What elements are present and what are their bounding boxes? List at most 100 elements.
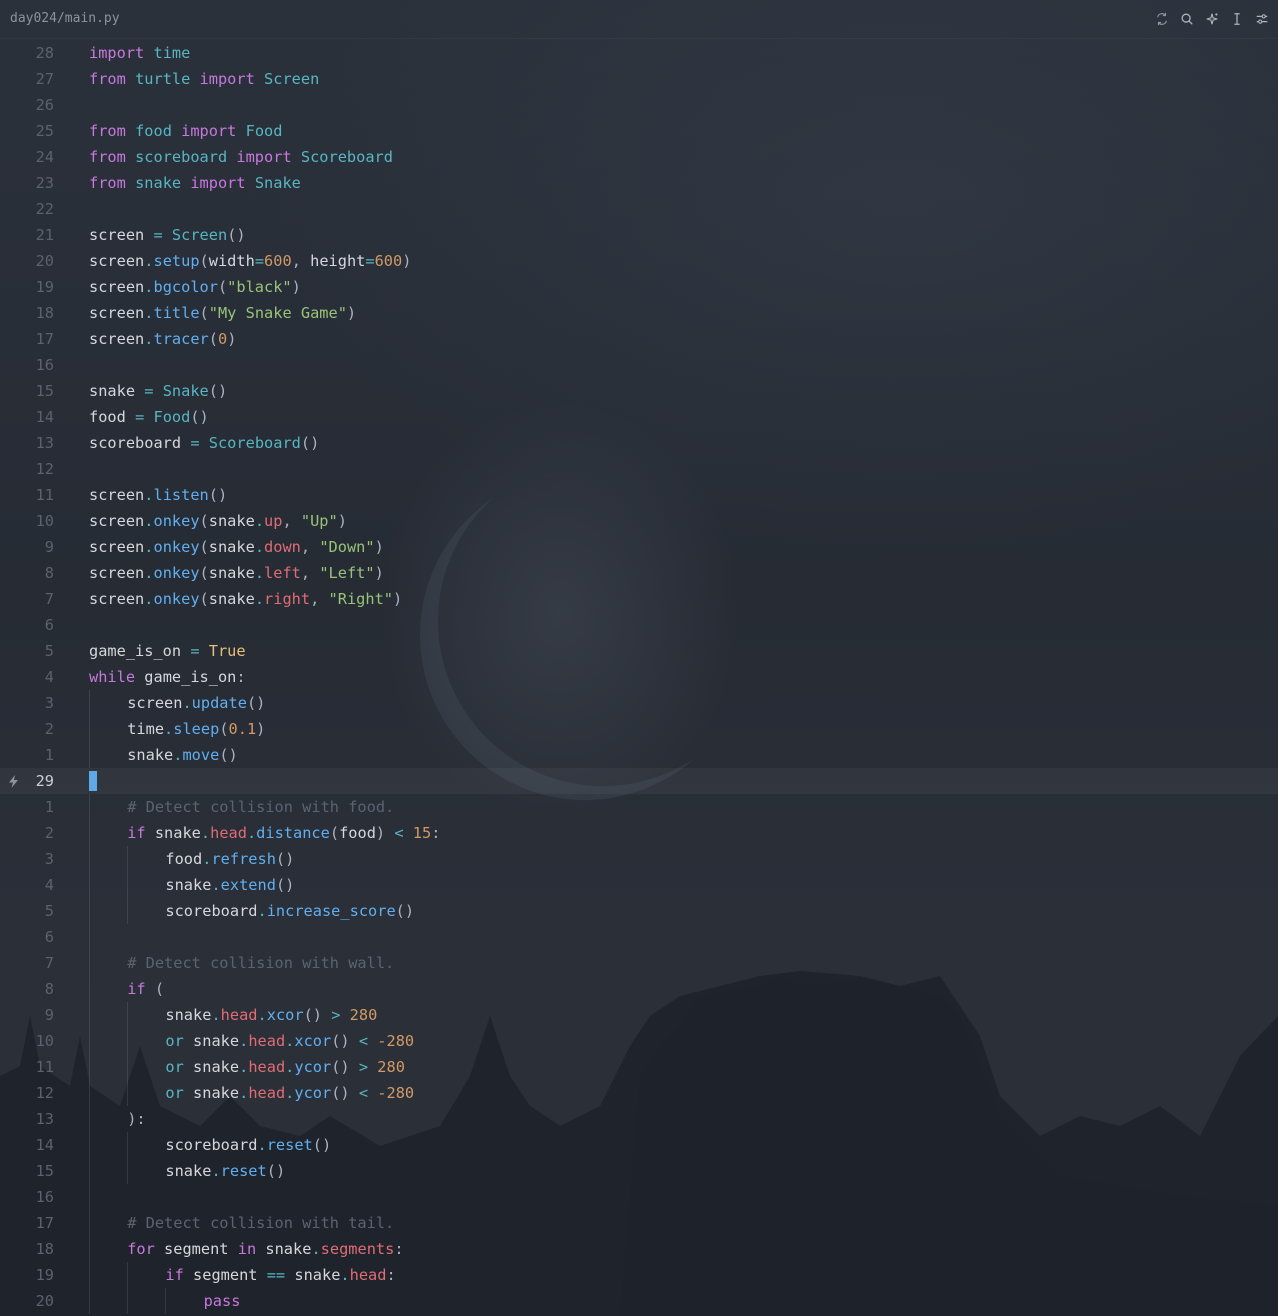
code-token: Food — [245, 122, 283, 140]
line-number: 29 — [35, 772, 54, 790]
code-line[interactable]: 6 — [0, 612, 1278, 638]
text-cursor-icon[interactable] — [1228, 10, 1245, 27]
code-token: . — [254, 564, 265, 582]
code-line[interactable]: 7 # Detect collision with wall. — [0, 950, 1278, 976]
indent-guide — [127, 1262, 129, 1288]
code-line[interactable]: 17 # Detect collision with tail. — [0, 1210, 1278, 1236]
code-line[interactable]: 2 time.sleep(0.1) — [0, 716, 1278, 742]
code-token: reset — [266, 1136, 313, 1154]
code-line[interactable]: 16 — [0, 1184, 1278, 1210]
code-line[interactable]: 24 from scoreboard import Scoreboard — [0, 144, 1278, 170]
code-line[interactable]: 21 screen = Screen() — [0, 222, 1278, 248]
code-token: < — [358, 1084, 369, 1102]
code-text: # Detect collision with food. — [127, 794, 394, 820]
code-line[interactable]: 14 food = Food() — [0, 404, 1278, 430]
lightning-icon[interactable] — [6, 768, 20, 794]
code-token: "Up" — [300, 512, 338, 530]
code-line[interactable]: 25 from food import Food — [0, 118, 1278, 144]
code-token: : — [386, 1266, 396, 1284]
code-token: . — [211, 1162, 221, 1180]
code-line[interactable]: 3 screen.update() — [0, 690, 1278, 716]
code-line[interactable]: 8 if ( — [0, 976, 1278, 1002]
toolbar — [1153, 10, 1270, 27]
code-line[interactable]: 13): — [0, 1106, 1278, 1132]
code-line[interactable]: 23 from snake import Snake — [0, 170, 1278, 196]
settings-icon[interactable] — [1253, 10, 1270, 27]
code-token: . — [200, 824, 211, 842]
code-line[interactable]: 12 — [0, 456, 1278, 482]
code-line[interactable]: 18 for segment in snake.segments: — [0, 1236, 1278, 1262]
indent-guide — [89, 1288, 90, 1314]
code-text: while game_is_on: — [89, 664, 246, 690]
line-number: 2 — [44, 824, 54, 842]
code-line[interactable]: 27 from turtle import Screen — [0, 66, 1278, 92]
code-line[interactable]: 18 screen.title("My Snake Game") — [0, 300, 1278, 326]
code-token: . — [257, 1136, 267, 1154]
code-token: = — [153, 226, 163, 244]
search-icon[interactable] — [1178, 10, 1195, 27]
refresh-icon[interactable] — [1153, 10, 1170, 27]
code-line[interactable]: 3 food.refresh() — [0, 846, 1278, 872]
code-line[interactable]: 5 scoreboard.increase_score() — [0, 898, 1278, 924]
indent-guide — [127, 1054, 129, 1080]
code-line[interactable]: 14 scoreboard.reset() — [0, 1132, 1278, 1158]
code-line[interactable]: 9 snake.head.xcor() > 280 — [0, 1002, 1278, 1028]
code-token: head — [220, 1006, 258, 1024]
code-line[interactable]: 22 — [0, 196, 1278, 222]
code-token: food — [339, 824, 376, 842]
code-line[interactable]: 20 screen.setup(width=600, height=600) — [0, 248, 1278, 274]
code-line[interactable]: 11 screen.listen() — [0, 482, 1278, 508]
code-token: 15 — [412, 824, 432, 842]
code-token: ( — [154, 980, 165, 998]
code-token: Scoreboard — [208, 434, 301, 452]
code-line[interactable]: 15 snake = Snake() — [0, 378, 1278, 404]
code-token: ( — [199, 252, 209, 270]
code-line[interactable]: 16 — [0, 352, 1278, 378]
code-text: if segment == snake.head: — [165, 1262, 395, 1288]
code-line[interactable]: 9 screen.onkey(snake.down, "Down") — [0, 534, 1278, 560]
current-code-line[interactable]: 29 — [0, 768, 1278, 794]
code-line[interactable]: 19 if segment == snake.head: — [0, 1262, 1278, 1288]
code-line[interactable]: 1 snake.move() — [0, 742, 1278, 768]
code-line[interactable]: 26 — [0, 92, 1278, 118]
code-line[interactable]: 5 game_is_on = True — [0, 638, 1278, 664]
code-token: 280 — [377, 1058, 405, 1076]
line-number: 20 — [35, 1292, 54, 1310]
code-line[interactable]: 11 or snake.head.ycor() > 280 — [0, 1054, 1278, 1080]
code-line[interactable]: 4 snake.extend() — [0, 872, 1278, 898]
code-line[interactable]: 6 — [0, 924, 1278, 950]
sparkle-icon[interactable] — [1203, 10, 1220, 27]
code-line[interactable]: 2 if snake.head.distance(food) < 15: — [0, 820, 1278, 846]
code-token: bgcolor — [153, 278, 218, 296]
code-line[interactable]: 10 or snake.head.xcor() < -280 — [0, 1028, 1278, 1054]
code-line[interactable]: 28 import time — [0, 40, 1278, 66]
code-line[interactable]: 8 screen.onkey(snake.left, "Left") — [0, 560, 1278, 586]
code-token: () — [303, 1006, 322, 1024]
code-line[interactable]: 1 # Detect collision with food. — [0, 794, 1278, 820]
code-line[interactable]: 13 scoreboard = Scoreboard() — [0, 430, 1278, 456]
code-line[interactable]: 7 screen.onkey(snake.right, "Right") — [0, 586, 1278, 612]
code-line[interactable]: 17 screen.tracer(0) — [0, 326, 1278, 352]
code-token: ycor — [294, 1084, 332, 1102]
code-line[interactable]: 12 or snake.head.ycor() < -280 — [0, 1080, 1278, 1106]
code-line[interactable]: 4 while game_is_on: — [0, 664, 1278, 690]
code-token: 600 — [374, 252, 403, 270]
code-token: from — [89, 70, 126, 88]
code-token: = — [365, 252, 375, 270]
code-editor[interactable]: 28 import time 27 from turtle import Screen… — [0, 40, 1278, 1314]
code-line[interactable]: 19 screen.bgcolor("black") — [0, 274, 1278, 300]
code-token: . — [257, 902, 267, 920]
code-line[interactable]: 20 pass — [0, 1288, 1278, 1314]
code-token: -280 — [377, 1032, 415, 1050]
code-token: : — [394, 1240, 404, 1258]
indent-guide — [127, 1132, 129, 1158]
code-line[interactable]: 15 snake.reset() — [0, 1158, 1278, 1184]
code-line[interactable]: 10 screen.onkey(snake.up, "Up") — [0, 508, 1278, 534]
